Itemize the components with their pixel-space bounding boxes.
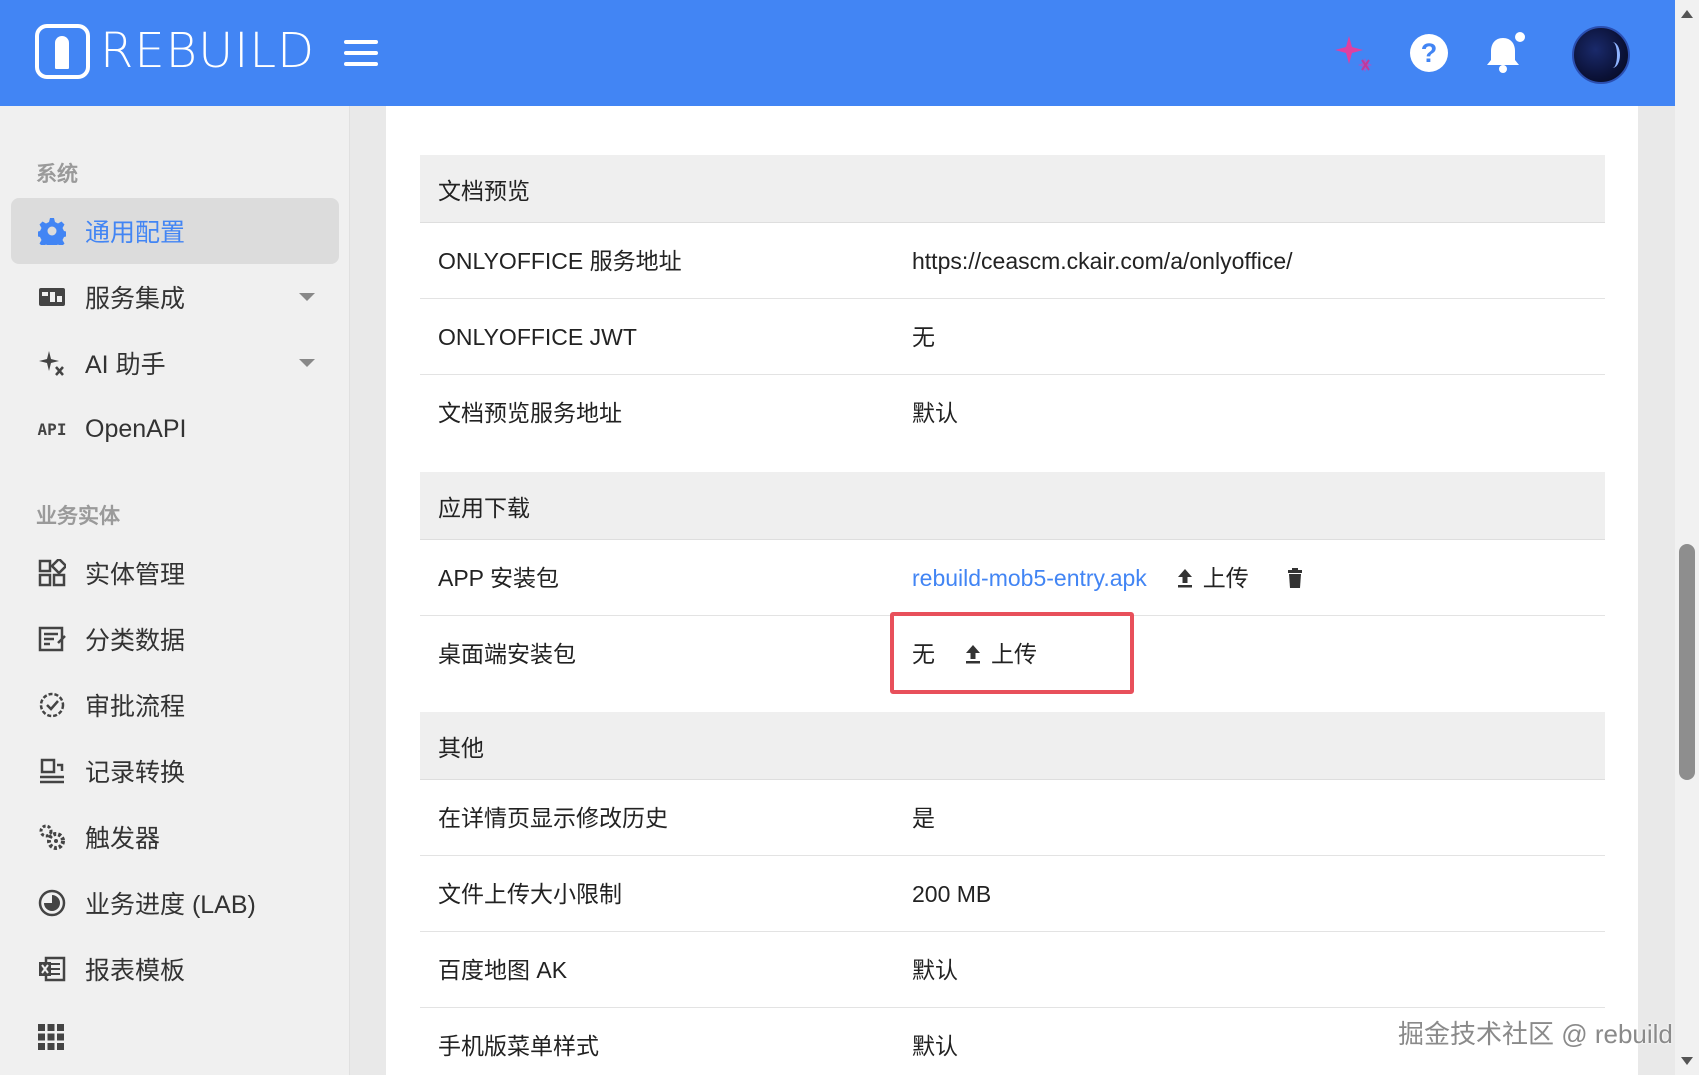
annotation-highlight-box — [890, 612, 1134, 694]
transform-icon — [37, 756, 67, 786]
sidebar-item-label: 记录转换 — [85, 759, 186, 787]
sidebar-item-label: AI 助手 — [85, 351, 166, 379]
svg-text:?: ? — [1421, 38, 1438, 68]
setting-label: 文件上传大小限制 — [438, 881, 622, 907]
app-upload-button[interactable]: 上传 — [1177, 540, 1249, 616]
setting-value: 默认 — [912, 1033, 958, 1059]
sidebar-section-system: 系统 — [36, 163, 78, 186]
chevron-down-icon — [299, 293, 315, 301]
page-scrollbar[interactable] — [1675, 0, 1699, 1075]
chevron-down-icon — [299, 359, 315, 367]
sidebar-item-trigger[interactable]: 触发器 — [11, 804, 339, 870]
sidebar-item-label: 通用配置 — [85, 219, 186, 247]
sidebar-item-approval[interactable]: 审批流程 — [11, 672, 339, 738]
brand-logo[interactable]: REBUILD — [35, 24, 315, 79]
apps-grid-button[interactable] — [11, 1004, 71, 1070]
section-header-download: 应用下载 — [420, 472, 1605, 540]
excel-icon — [37, 954, 67, 984]
sidebar-item-general-config[interactable]: 通用配置 — [11, 198, 339, 264]
apps-grid-icon — [37, 1022, 65, 1052]
upload-icon — [1177, 569, 1192, 588]
watermark: 掘金技术社区 @ rebuild — [1398, 1019, 1673, 1049]
setting-label: 手机版菜单样式 — [438, 1033, 599, 1059]
setting-value: 200 MB — [912, 881, 992, 907]
sidebar-item-label: 分类数据 — [85, 627, 186, 655]
section-header-preview: 文档预览 — [420, 155, 1605, 223]
sidebar: 系统 通用配置 服务集成 AI 助手 API OpenAPI 业务实体 实体管理… — [0, 106, 350, 1075]
setting-row-app-package: APP 安装包 rebuild-mob5-entry.apk 上传 — [420, 540, 1605, 616]
scroll-down-arrow-icon[interactable] — [1681, 1057, 1693, 1065]
sidebar-item-record-transform[interactable]: 记录转换 — [11, 738, 339, 804]
trigger-gears-icon — [37, 822, 67, 852]
menu-toggle-button[interactable] — [344, 40, 378, 66]
sidebar-item-label: 实体管理 — [85, 561, 186, 589]
sidebar-item-label: 报表模板 — [85, 957, 186, 985]
approval-icon — [37, 690, 67, 720]
user-avatar[interactable] — [1572, 26, 1630, 84]
setting-value: 默认 — [912, 400, 958, 426]
setting-label: ONLYOFFICE 服务地址 — [438, 248, 682, 274]
setting-row[interactable]: ONLYOFFICE JWT 无 — [420, 299, 1605, 375]
setting-row[interactable]: 文件上传大小限制 200 MB — [420, 856, 1605, 932]
trash-icon[interactable] — [1287, 568, 1303, 588]
sidebar-item-ai-assistant[interactable]: AI 助手 — [11, 330, 339, 396]
setting-label: 百度地图 AK — [438, 957, 568, 983]
entity-grid-icon — [37, 558, 67, 588]
setting-label: 在详情页显示修改历史 — [438, 805, 668, 831]
sidebar-item-label: 业务进度 (LAB) — [85, 891, 256, 919]
setting-label: APP 安装包 — [438, 565, 559, 591]
scrollbar-thumb[interactable] — [1679, 544, 1695, 780]
logo-icon — [35, 24, 90, 79]
setting-value: 是 — [912, 805, 935, 831]
sidebar-item-label: 服务集成 — [85, 285, 186, 313]
sidebar-item-label: OpenAPI — [85, 414, 187, 443]
sidebar-item-openapi[interactable]: API OpenAPI — [11, 396, 339, 462]
setting-label: ONLYOFFICE JWT — [438, 324, 637, 350]
setting-row[interactable]: ONLYOFFICE 服务地址 https://ceascm.ckair.com… — [420, 223, 1605, 299]
sidebar-item-business-progress[interactable]: 业务进度 (LAB) — [11, 870, 339, 936]
setting-value: https://ceascm.ckair.com/a/onlyoffice/ — [912, 248, 1293, 274]
classification-icon — [37, 624, 67, 654]
ai-sparkle-icon[interactable] — [1332, 30, 1378, 76]
setting-value: 无 — [912, 324, 935, 350]
setting-value: 默认 — [912, 957, 958, 983]
setting-label: 桌面端安装包 — [438, 641, 576, 667]
sidebar-item-classification[interactable]: 分类数据 — [11, 606, 339, 672]
setting-row[interactable]: 文档预览服务地址 默认 — [420, 375, 1605, 451]
sidebar-section-entities: 业务实体 — [36, 505, 120, 528]
upload-label: 上传 — [1202, 565, 1249, 591]
gear-icon — [37, 216, 67, 246]
setting-value: rebuild-mob5-entry.apk 上传 — [912, 540, 1303, 616]
bell-icon[interactable] — [1480, 30, 1526, 76]
ai-sparkle-icon — [37, 348, 67, 378]
help-icon[interactable]: ? — [1406, 30, 1452, 76]
brand-name: REBUILD — [100, 23, 316, 79]
app-file-link[interactable]: rebuild-mob5-entry.apk — [912, 540, 1147, 616]
progress-icon — [37, 888, 67, 918]
scroll-up-arrow-icon[interactable] — [1681, 10, 1693, 18]
sidebar-item-entity-management[interactable]: 实体管理 — [11, 540, 339, 606]
setting-row[interactable]: 在详情页显示修改历史 是 — [420, 780, 1605, 856]
sidebar-item-label: 触发器 — [85, 825, 161, 853]
setting-label: 文档预览服务地址 — [438, 400, 622, 426]
top-header: REBUILD ? — [0, 0, 1675, 106]
sidebar-item-label: 审批流程 — [85, 693, 186, 721]
sidebar-item-report-template[interactable]: 报表模板 — [11, 936, 339, 1002]
sidebar-item-integration[interactable]: 服务集成 — [11, 264, 339, 330]
setting-row[interactable]: 百度地图 AK 默认 — [420, 932, 1605, 1008]
integration-icon — [37, 282, 67, 312]
api-icon: API — [37, 419, 67, 439]
section-header-other: 其他 — [420, 712, 1605, 780]
